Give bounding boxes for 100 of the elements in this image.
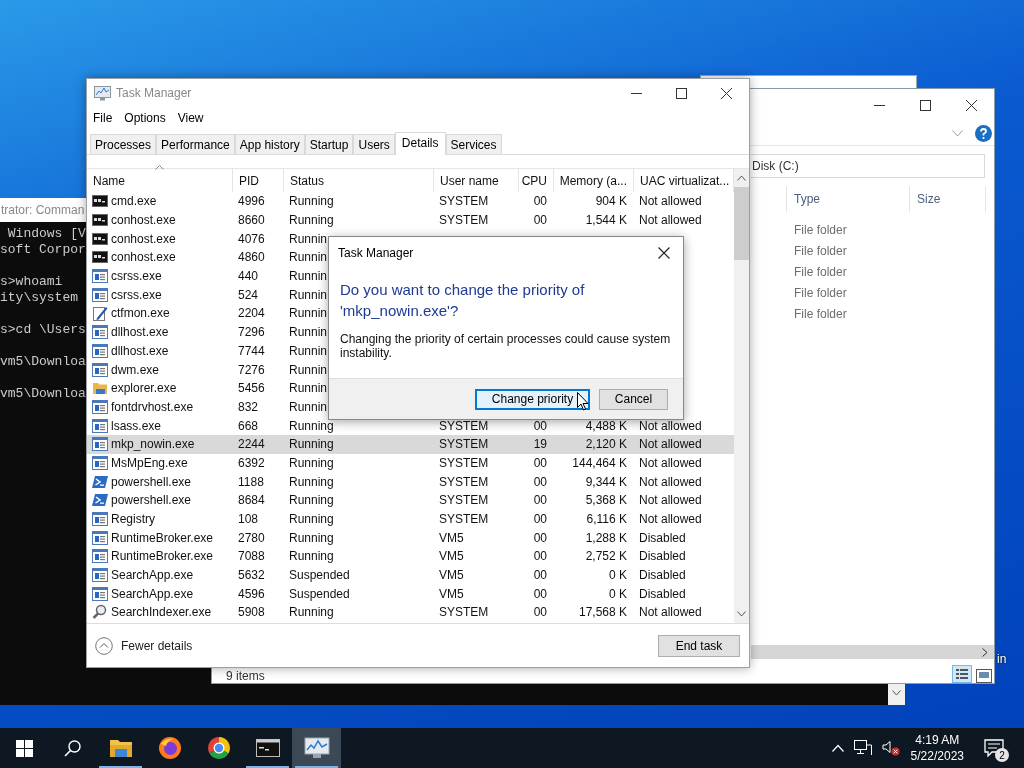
table-cell: Not allowed (639, 605, 702, 620)
table-cell: VM5 (439, 586, 464, 601)
table-cell: Running (289, 530, 334, 545)
table-cell: 2,752 K (585, 549, 627, 564)
table-cell: Suspended (289, 568, 350, 583)
table-cell: 00 (533, 493, 547, 508)
table-cell: Runnin (289, 231, 328, 246)
table-cell: lsass.exe (111, 418, 162, 433)
table-cell: cmd.exe (111, 194, 157, 209)
table-cell: RuntimeBroker.exe (111, 530, 214, 545)
table-cell: 4596 (238, 586, 265, 601)
table-cell: Running (289, 437, 334, 452)
console-line: s>cd \Users (0, 322, 86, 338)
table-cell: 2244 (238, 437, 265, 452)
table-cell: 00 (533, 455, 547, 470)
table-cell: Runnin (289, 250, 328, 265)
console-line: s>whoami (0, 274, 63, 290)
table-cell: 00 (533, 213, 547, 228)
table-cell: Not allowed (639, 512, 702, 527)
table-cell: Not allowed (639, 437, 702, 452)
table-cell: powershell.exe (111, 474, 192, 489)
table-cell: 00 (533, 418, 547, 433)
table-cell: 7276 (238, 362, 265, 377)
table-cell: explorer.exe (111, 381, 177, 396)
table-cell: Runnin (289, 269, 328, 284)
table-cell: Not allowed (639, 455, 702, 470)
table-cell: 00 (533, 530, 547, 545)
table-cell: Runnin (289, 343, 328, 358)
table-cell: RuntimeBroker.exe (111, 549, 214, 564)
window-title: Task Manager (116, 86, 192, 100)
table-cell: 5,368 K (585, 493, 627, 508)
table-cell: 19 (533, 437, 547, 452)
table-cell: 7088 (238, 549, 265, 564)
table-cell: Disabled (639, 530, 686, 545)
table-cell: Disabled (639, 586, 686, 601)
table-cell: 524 (238, 287, 259, 302)
console-line: ity\system (0, 290, 78, 306)
table-cell: 00 (533, 586, 547, 601)
table-cell: SYSTEM (439, 455, 489, 470)
table-cell: 2204 (238, 306, 265, 321)
table-cell: powershell.exe (111, 493, 192, 508)
table-cell: Runnin (289, 399, 328, 414)
table-cell: 440 (238, 269, 259, 284)
table-cell: dwm.exe (111, 362, 160, 377)
dialog-heading: Do you want to change the priority of 'mkp_nowin.exe'? (340, 280, 586, 321)
dialog-message: Changing the priority of certain processes could cause system instability. (340, 332, 672, 360)
table-cell: Not allowed (639, 194, 702, 209)
table-cell: SearchApp.exe (111, 586, 194, 601)
console-line: soft Corpor (0, 242, 86, 258)
table-cell: Not allowed (639, 213, 702, 228)
table-cell: 17,568 K (578, 605, 627, 620)
table-cell: fontdrvhost.exe (111, 399, 194, 414)
table-cell: SYSTEM (439, 512, 489, 527)
table-cell: 0 K (609, 568, 627, 583)
table-cell: Running (289, 418, 334, 433)
table-cell: Not allowed (639, 418, 702, 433)
table-cell: 4076 (238, 231, 265, 246)
table-cell: csrss.exe (111, 269, 162, 284)
table-cell: conhost.exe (111, 231, 176, 246)
table-cell: SearchIndexer.exe (111, 605, 212, 620)
table-cell: 108 (238, 512, 259, 527)
table-cell: 1188 (238, 474, 264, 489)
table-cell: 1,544 K (585, 213, 627, 228)
table-cell: Not allowed (639, 493, 702, 508)
table-cell: Disabled (639, 549, 686, 564)
table-cell: VM5 (439, 549, 464, 564)
table-cell: Runnin (289, 381, 328, 396)
table-cell: Running (289, 455, 334, 470)
table-cell: 00 (533, 474, 547, 489)
table-cell: Running (289, 493, 334, 508)
table-cell: conhost.exe (111, 213, 176, 228)
table-cell: 6392 (238, 455, 265, 470)
console-line: vm5\Downloa (0, 354, 86, 370)
table-cell: 00 (533, 549, 547, 564)
table-cell: Not allowed (639, 474, 702, 489)
table-cell: dllhost.exe (111, 343, 169, 358)
table-cell: MsMpEng.exe (111, 455, 188, 470)
table-cell: VM5 (439, 530, 464, 545)
table-cell: 7296 (238, 325, 265, 340)
table-cell: SYSTEM (439, 437, 489, 452)
table-cell: ctfmon.exe (111, 306, 170, 321)
table-cell: Running (289, 194, 334, 209)
table-cell: Disabled (639, 568, 686, 583)
dialog-title: Task Manager (338, 246, 414, 260)
table-cell-text: File folder (793, 306, 847, 321)
table-cell: 00 (533, 194, 547, 209)
table-cell: 5456 (238, 381, 265, 396)
table-cell: 832 (238, 399, 259, 414)
table-cell: 4860 (238, 250, 265, 265)
table-cell: 2,120 K (585, 437, 627, 452)
table-cell: Runnin (289, 325, 328, 340)
table-cell: 6,116 K (586, 512, 627, 527)
table-cell: 8660 (238, 213, 265, 228)
table-cell: VM5 (439, 568, 464, 583)
table-cell: mkp_nowin.exe (111, 437, 195, 452)
table-cell: SYSTEM (439, 418, 489, 433)
table-cell: dllhost.exe (111, 325, 169, 340)
table-cell: 4,488 K (585, 418, 627, 433)
table-cell-text: File folder (793, 243, 847, 258)
table-cell: csrss.exe (111, 287, 162, 302)
